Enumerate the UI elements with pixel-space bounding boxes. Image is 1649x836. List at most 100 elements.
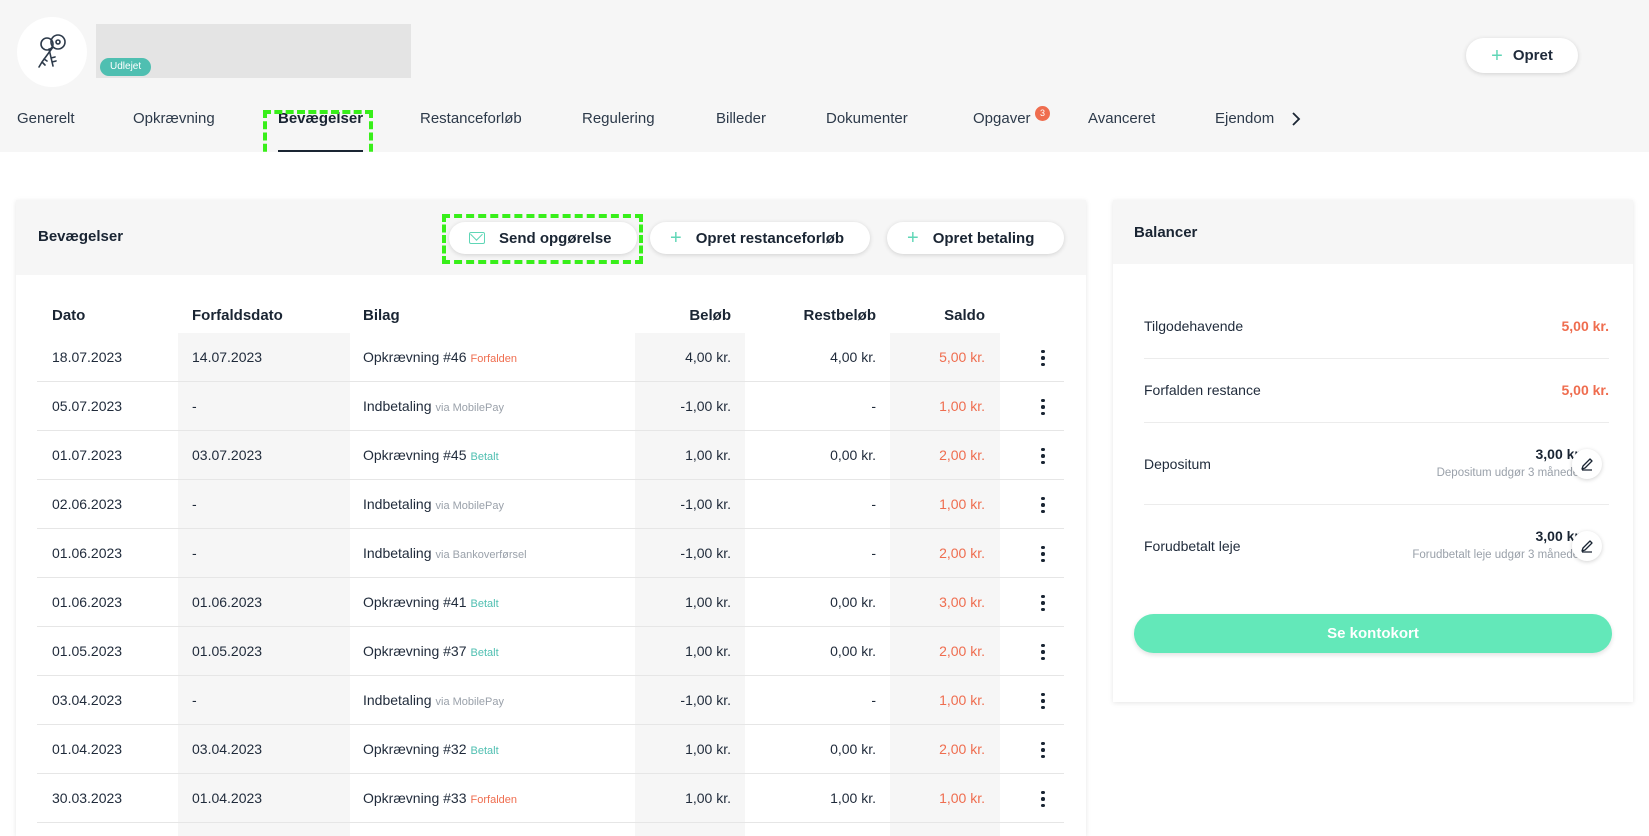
cell-date: 18.07.2023: [52, 349, 123, 365]
more-vertical-icon[interactable]: [1033, 348, 1053, 368]
tab-restanceforloeb[interactable]: Restanceforløb: [420, 108, 522, 152]
cell-date: 02.06.2023: [52, 496, 123, 512]
plus-icon: +: [1491, 44, 1503, 67]
document-name[interactable]: Indbetaling: [363, 692, 432, 708]
cell-document: Opkrævning #33 Forfalden: [363, 790, 517, 806]
keys-icon: [38, 34, 66, 68]
more-vertical-icon[interactable]: [1033, 495, 1053, 515]
tab-generelt[interactable]: Generelt: [17, 108, 75, 152]
create-button[interactable]: + Opret: [1466, 38, 1578, 73]
cell-rest: -: [871, 496, 876, 512]
more-vertical-icon[interactable]: [1033, 642, 1053, 662]
cell-saldo: 1,00 kr.: [939, 790, 985, 806]
cell-due-date: 01.06.2023: [192, 594, 263, 610]
receivable-value: 5,00 kr.: [1561, 318, 1610, 334]
tab-avanceret[interactable]: Avanceret: [1088, 108, 1155, 152]
document-name[interactable]: Opkrævning #46: [363, 349, 467, 365]
cell-saldo: 1,00 kr.: [939, 496, 985, 512]
send-statement-button[interactable]: Send opgørelse: [449, 222, 637, 254]
document-status: via Bankoverførsel: [435, 549, 527, 561]
tasks-count-badge: 3: [1035, 106, 1050, 121]
create-arrears-label: Opret restanceforløb: [695, 229, 845, 247]
tab-ejendom[interactable]: Ejendom: [1215, 108, 1301, 152]
cell-saldo: 2,00 kr.: [939, 447, 985, 463]
document-status: Forfalden: [470, 794, 517, 806]
cell-document: Indbetaling via MobilePay: [363, 496, 504, 512]
overdue-label: Forfalden restance: [1144, 382, 1261, 398]
document-status: Betalt: [470, 598, 499, 610]
document-name[interactable]: Opkrævning #32: [363, 741, 467, 757]
see-account-card-button[interactable]: Se kontokort: [1134, 614, 1612, 653]
document-name[interactable]: Opkrævning #33: [363, 790, 467, 806]
column-header-rest: Restbeløb: [803, 307, 876, 324]
table-row: 05.07.2023- Indbetaling via MobilePay -1,00…: [37, 382, 1064, 431]
cell-document: Opkrævning #45 Betalt: [363, 447, 499, 463]
cell-date: 01.05.2023: [52, 643, 123, 659]
more-vertical-icon[interactable]: [1033, 691, 1053, 711]
create-arrears-button[interactable]: + Opret restanceforløb: [650, 222, 870, 254]
more-vertical-icon[interactable]: [1033, 593, 1053, 613]
document-name[interactable]: Opkrævning #45: [363, 447, 467, 463]
create-button-label: Opret: [1512, 47, 1553, 64]
cell-amount: 1,00 kr.: [685, 594, 731, 610]
document-status: Forfalden: [470, 353, 517, 365]
tab-opkraevning[interactable]: Opkrævning: [133, 108, 215, 152]
edit-prepaid-button[interactable]: [1572, 531, 1602, 561]
chevron-right-icon[interactable]: [1290, 112, 1302, 126]
movements-title: Bevægelser: [38, 228, 124, 245]
column-header-due-date: Forfaldsdato: [192, 307, 283, 324]
deposit-label: Depositum: [1144, 456, 1211, 472]
document-status: via MobilePay: [435, 696, 504, 708]
prepaid-label: Forudbetalt leje: [1144, 538, 1241, 554]
cell-date: 03.04.2023: [52, 692, 123, 708]
document-status: Betalt: [470, 647, 499, 659]
document-name[interactable]: Opkrævning #37: [363, 643, 467, 659]
page-header: Udlejet + Opret Generelt Opkrævning Bevæ…: [0, 0, 1649, 163]
cell-saldo: 2,00 kr.: [939, 545, 985, 561]
document-name[interactable]: Indbetaling: [363, 545, 432, 561]
create-payment-button[interactable]: + Opret betaling: [887, 222, 1064, 254]
document-name[interactable]: Indbetaling: [363, 398, 432, 414]
cell-saldo: 3,00 kr.: [939, 594, 985, 610]
cell-date: 01.07.2023: [52, 447, 123, 463]
table-row: 01.06.2023 - Indbetaling via Bankoverførsel…: [37, 529, 1064, 578]
cell-rest: 4,00 kr.: [830, 349, 876, 365]
movements-panel-header: Bevægelser Send opgørelse + Opret restan…: [16, 200, 1086, 275]
tab-opgaver[interactable]: Opgaver 3: [973, 106, 1050, 152]
more-vertical-icon[interactable]: [1033, 789, 1053, 809]
cell-document: Opkrævning #41 Betalt: [363, 594, 499, 610]
cell-rest: 0,00 kr.: [830, 741, 876, 757]
cell-document: Indbetaling via Bankoverførsel: [363, 545, 527, 561]
document-status: Betalt: [470, 451, 499, 463]
more-vertical-icon[interactable]: [1033, 397, 1053, 417]
document-name[interactable]: Indbetaling: [363, 496, 432, 512]
cell-date: 05.07.2023: [52, 398, 123, 414]
tab-bevaegelser[interactable]: Bevægelser: [278, 108, 364, 152]
cell-rest: 0,00 kr.: [830, 643, 876, 659]
tab-regulering[interactable]: Regulering: [582, 108, 655, 152]
column-header-date: Dato: [52, 307, 86, 324]
tab-billeder[interactable]: Billeder: [716, 108, 766, 152]
cell-rest: -: [871, 545, 876, 561]
cell-due-date: -: [192, 398, 197, 414]
cell-amount: 4,00 kr.: [685, 349, 731, 365]
column-header-amount: Beløb: [689, 307, 731, 324]
table-row: 03.04.2023- Indbetaling via MobilePay -1,00…: [37, 676, 1064, 725]
cell-amount: 1,00 kr.: [685, 447, 731, 463]
cell-rest: 0,00 kr.: [830, 594, 876, 610]
more-vertical-icon[interactable]: [1033, 544, 1053, 564]
cell-due-date: -: [192, 545, 197, 561]
receivable-label: Tilgodehavende: [1144, 318, 1244, 334]
document-name[interactable]: Opkrævning #41: [363, 594, 467, 610]
more-vertical-icon[interactable]: [1033, 740, 1053, 760]
tab-dokumenter[interactable]: Dokumenter: [826, 108, 908, 152]
table-row: 18.07.2023 14.07.2023 Opkrævning #46 Forfal…: [37, 333, 1064, 382]
more-vertical-icon[interactable]: [1033, 446, 1053, 466]
cell-amount: -1,00 kr.: [680, 496, 731, 512]
document-status: via MobilePay: [435, 402, 504, 414]
property-avatar: [17, 17, 87, 87]
cell-saldo: 2,00 kr.: [939, 643, 985, 659]
edit-deposit-button[interactable]: [1572, 449, 1602, 479]
cell-document: Opkrævning #32 Betalt: [363, 741, 499, 757]
balance-row-deposit: Depositum 3,00 kr. Depositum udgør 3 mån…: [1144, 423, 1609, 505]
